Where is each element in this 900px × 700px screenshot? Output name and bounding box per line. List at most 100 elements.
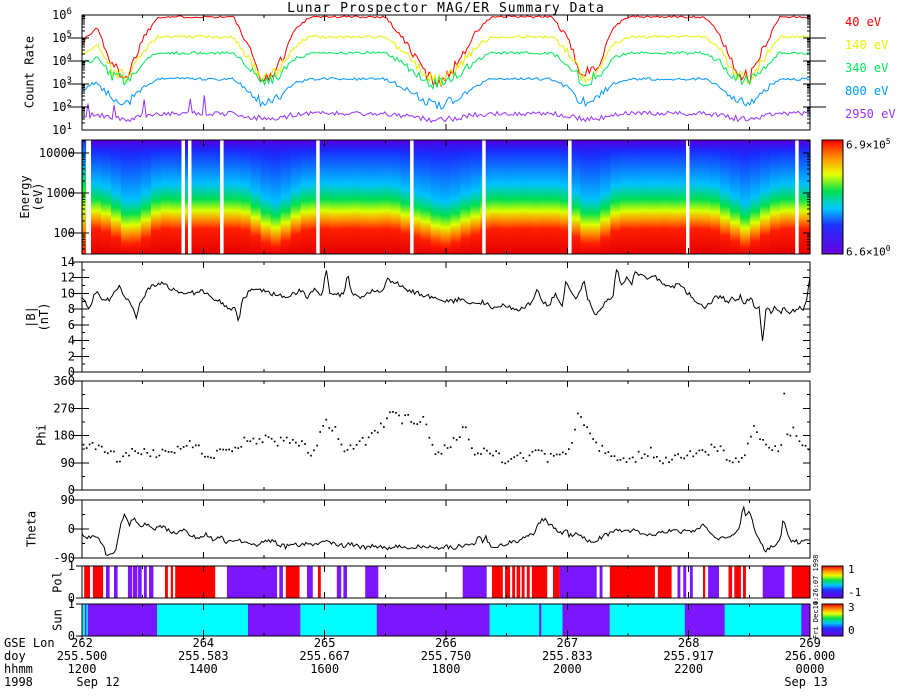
strip-segment [84, 604, 87, 636]
x-tick-label: 255.583 [178, 649, 229, 663]
x-tick-label: 256.000 [784, 649, 836, 663]
strip-segment [84, 566, 90, 598]
spectrogram-column [420, 140, 432, 254]
phi-dot [398, 414, 400, 417]
spectrogram-column [570, 140, 581, 254]
phi-dot [656, 456, 658, 458]
phi-dot [501, 461, 503, 464]
strip-segment [708, 566, 719, 598]
spectrogram-column [360, 140, 372, 254]
phi-dot [692, 455, 695, 458]
phi-dot [289, 442, 291, 444]
phi-dot [634, 461, 637, 463]
strip-segment [165, 566, 168, 598]
strip-segment [512, 566, 516, 598]
spectrogram-column [500, 140, 512, 254]
phi-dot [170, 451, 173, 453]
spectrogram-column [660, 140, 671, 254]
y-axis-title-text: (nT) [37, 302, 51, 332]
phi-dot [82, 443, 85, 446]
phi-dot [804, 444, 807, 447]
phi-dot [161, 448, 164, 451]
phi-dot [464, 426, 467, 429]
strip-segment [531, 566, 548, 598]
phi-dot [653, 456, 655, 459]
bfield-panel: 14121086420 [61, 255, 811, 379]
phi-dot [443, 444, 446, 447]
phi-dot [355, 444, 358, 446]
strip-segment [657, 566, 672, 598]
phi-dot [343, 450, 346, 453]
axis-row-header-doy: doy [4, 649, 26, 663]
phi-dot [786, 433, 789, 436]
spectrogram-column [740, 140, 751, 254]
phi-dot [110, 450, 112, 453]
strip-segment [562, 604, 610, 636]
pol-colorbar [821, 565, 844, 599]
x-tick-label: 1400 [188, 662, 218, 676]
legend-item-140eV: 140 eV [845, 38, 889, 52]
phi-dot [182, 446, 185, 448]
strip-segment [114, 566, 118, 598]
phi-dot [246, 440, 249, 442]
spectrogram-column [230, 140, 242, 254]
phi-dot [446, 447, 449, 449]
phi-dot [249, 440, 252, 443]
phi-dot [646, 455, 649, 457]
strip-segment [343, 566, 347, 598]
phi-dot [419, 421, 422, 423]
phi-dot [640, 457, 643, 459]
phi-dot [659, 460, 661, 462]
phi-dot [741, 457, 743, 459]
spectrogram-column [780, 140, 791, 254]
spectrogram-column [640, 140, 651, 254]
spectrogram-column [110, 140, 122, 254]
x-tick-label: 0000 [795, 662, 825, 676]
strip-segment [248, 604, 301, 636]
phi-dot [577, 412, 579, 415]
strip-segment [516, 566, 521, 598]
phi-dot [507, 460, 510, 463]
phi-dot [401, 422, 403, 425]
phi-dot [380, 422, 382, 425]
phi-dot [252, 437, 255, 440]
phi-dot [125, 452, 127, 454]
phi-dot [179, 448, 182, 450]
phi-dot [85, 447, 88, 449]
x-tick-label: 1800 [431, 662, 461, 676]
phi-dot [753, 425, 755, 427]
phi-dot [416, 423, 419, 425]
phi-dot [88, 443, 91, 446]
colorbar-label-exponent: 5 [885, 137, 891, 146]
phi-dot [601, 444, 604, 447]
phi-dot [586, 426, 588, 429]
phi-dot [483, 447, 485, 450]
y-tick-label: 90 [61, 456, 75, 470]
strip-segment [791, 566, 810, 598]
phi-dot [643, 453, 646, 456]
phi-dot [258, 438, 261, 440]
phi-dot [513, 456, 516, 458]
spectrogram-column [91, 140, 102, 254]
y-axis-title-text: (eV) [31, 182, 45, 212]
phi-dot [540, 449, 543, 452]
phi-dot [404, 414, 406, 417]
phi-dot [771, 449, 773, 451]
x-tick-label: 2200 [674, 662, 704, 676]
phi-dot [486, 449, 488, 452]
figure-title: Lunar Prospector MAG/ER Summary Data [287, 1, 605, 16]
phi-dot [558, 453, 561, 456]
phi-dot [301, 440, 303, 442]
phi-dot [589, 432, 591, 435]
axis-row-header-gse-lon: GSE Lon [4, 636, 55, 650]
spectrogram-column [550, 140, 561, 254]
spectrogram-column [200, 140, 212, 254]
phi-dot [801, 444, 804, 447]
phi-dot [495, 450, 497, 452]
phi-dot [325, 418, 328, 421]
spectrogram-column [620, 140, 631, 254]
phi-dot [759, 438, 761, 441]
phi-dot [583, 424, 585, 426]
phi-dot [795, 435, 798, 437]
strip-segment [376, 604, 490, 636]
